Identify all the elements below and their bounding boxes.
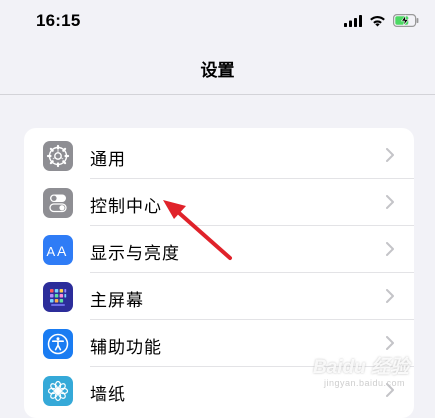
status-icons <box>344 12 419 30</box>
status-bar: 16:15 <box>0 0 435 44</box>
settings-row-label: 控制中心 <box>90 197 162 217</box>
chevron-right-icon <box>386 147 394 166</box>
accessibility-icon <box>43 329 73 359</box>
wifi-icon <box>369 12 386 31</box>
home-screen-grid-icon <box>43 282 73 312</box>
baidu-watermark: Baidu 经验 <box>312 357 409 378</box>
page-title: 设置 <box>200 61 235 81</box>
chevron-right-icon <box>386 241 394 260</box>
display-aa-icon: A A <box>43 235 73 265</box>
svg-text:A: A <box>57 243 67 258</box>
nav-divider <box>0 94 435 95</box>
settings-row-label: 辅助功能 <box>90 338 162 358</box>
settings-row-display-brightness[interactable]: A A 显示与亮度 <box>24 226 414 273</box>
settings-row-label: 墙纸 <box>90 385 126 405</box>
chevron-right-icon <box>386 288 394 307</box>
wallpaper-flower-icon <box>43 376 73 406</box>
settings-row-label: 通用 <box>90 150 126 170</box>
gear-icon <box>43 141 73 171</box>
battery-charging-icon <box>393 12 419 31</box>
cellular-signal-icon <box>344 12 362 31</box>
settings-row-label: 主屏幕 <box>90 291 144 311</box>
control-center-toggle-icon <box>43 188 73 218</box>
settings-row-label: 显示与亮度 <box>90 244 180 264</box>
settings-row-home-screen[interactable]: 主屏幕 <box>24 273 414 320</box>
chevron-right-icon <box>386 194 394 213</box>
status-time: 16:15 <box>36 11 81 30</box>
svg-text:A: A <box>47 244 56 258</box>
settings-row-general[interactable]: 通用 <box>24 132 414 179</box>
settings-row-control-center[interactable]: 控制中心 <box>24 179 414 226</box>
baidu-watermark-url: jingyan.baidu.com <box>323 378 405 388</box>
